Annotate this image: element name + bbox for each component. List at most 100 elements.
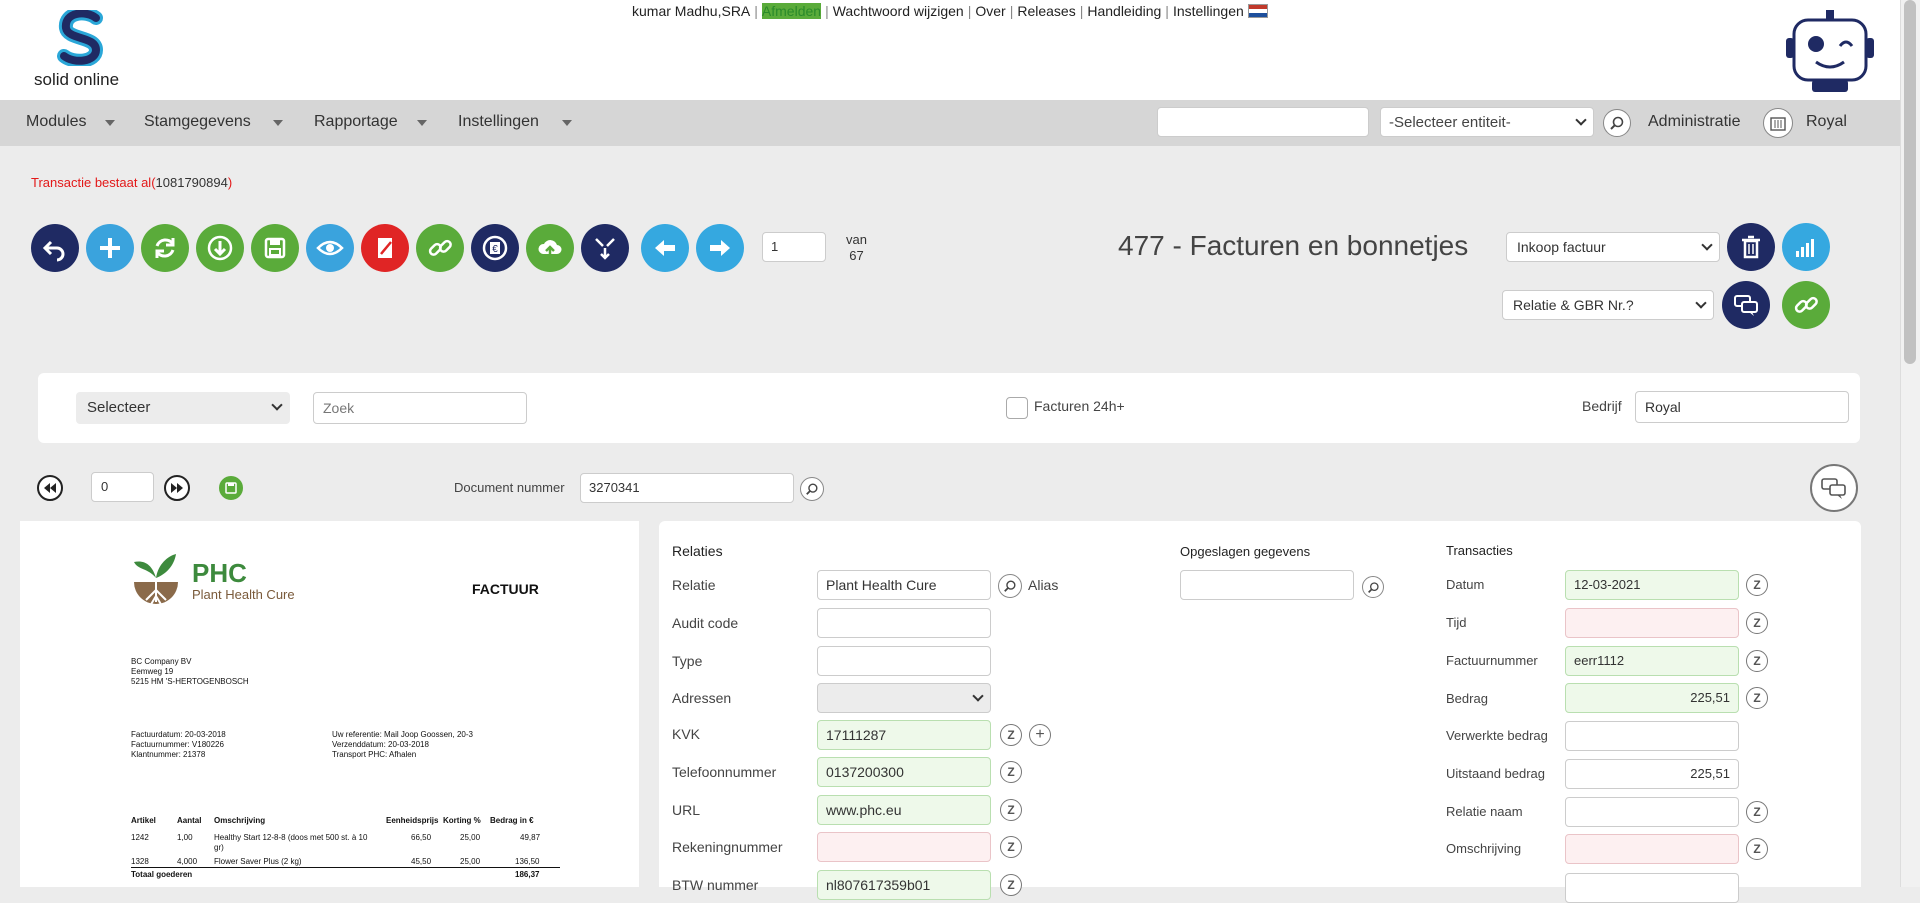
bedrijf-label: Bedrijf bbox=[1582, 398, 1622, 414]
bedrijf-input[interactable]: Royal bbox=[1635, 391, 1849, 423]
nav-instellingen[interactable]: Instellingen bbox=[458, 113, 539, 131]
url-input[interactable]: www.phc.eu bbox=[817, 795, 991, 825]
upload-cloud-button[interactable] bbox=[526, 224, 574, 272]
invoice-type-select[interactable]: Inkoop factuur bbox=[1506, 232, 1720, 262]
scrollbar-thumb[interactable] bbox=[1904, 0, 1916, 364]
type-input[interactable] bbox=[817, 646, 991, 676]
chat-button[interactable] bbox=[1722, 281, 1770, 329]
clear-factuurnummer-button[interactable]: Z bbox=[1746, 650, 1768, 672]
next-button[interactable] bbox=[696, 224, 744, 272]
tijd-input[interactable] bbox=[1565, 608, 1739, 638]
invoice-cell: 25,00 bbox=[460, 833, 481, 842]
relatie-input[interactable]: Plant Health Cure bbox=[817, 570, 991, 600]
building-icon[interactable] bbox=[1763, 108, 1793, 138]
next-field-input[interactable] bbox=[1565, 873, 1739, 903]
chevron-down-icon bbox=[1575, 114, 1587, 126]
rekeningnummer-input[interactable] bbox=[817, 832, 991, 862]
omschrijving-input[interactable] bbox=[1565, 834, 1739, 864]
settings-link[interactable]: Instellingen bbox=[1173, 3, 1244, 19]
euro-cycle-button[interactable]: € bbox=[471, 224, 519, 272]
entity-select[interactable]: -Selecteer entiteit- bbox=[1380, 107, 1594, 137]
datum-input[interactable]: 12-03-2021 bbox=[1565, 570, 1739, 600]
first-document-button[interactable] bbox=[37, 475, 63, 501]
relatie-naam-input[interactable] bbox=[1565, 797, 1739, 827]
global-search-input[interactable] bbox=[1157, 107, 1369, 137]
invoice-col-bedrag: Bedrag in € bbox=[490, 816, 534, 825]
btw-input[interactable]: nl807617359b01 bbox=[817, 870, 991, 900]
uitstaand-bedrag-input[interactable]: 225,51 bbox=[1565, 759, 1739, 789]
clear-rekening-button[interactable]: Z bbox=[1000, 836, 1022, 858]
page-number-input[interactable]: 1 bbox=[762, 232, 826, 262]
clear-relatie-naam-button[interactable]: Z bbox=[1746, 801, 1768, 823]
undo-button[interactable] bbox=[31, 224, 79, 272]
search-icon[interactable] bbox=[1603, 109, 1631, 137]
add-kvk-button[interactable]: + bbox=[1029, 724, 1051, 746]
link-button[interactable] bbox=[416, 224, 464, 272]
invoice-total-label: Totaal goederen bbox=[131, 870, 193, 879]
clear-telefoon-button[interactable]: Z bbox=[1000, 761, 1022, 783]
user-name: kumar Madhu,SRA bbox=[632, 3, 751, 19]
uitstaand-bedrag-label: Uitstaand bedrag bbox=[1446, 766, 1546, 781]
merge-button[interactable] bbox=[581, 224, 629, 272]
verwerkte-bedrag-input[interactable] bbox=[1565, 721, 1739, 751]
link-button-2[interactable] bbox=[1782, 281, 1830, 329]
chevron-down-icon[interactable] bbox=[105, 120, 115, 126]
bedrag-input[interactable]: 225,51 bbox=[1565, 683, 1739, 713]
adressen-select[interactable] bbox=[817, 683, 991, 713]
nav-rapportage[interactable]: Rapportage bbox=[314, 113, 398, 131]
clear-bedrag-button[interactable]: Z bbox=[1746, 687, 1768, 709]
search-input[interactable]: Zoek bbox=[313, 392, 527, 424]
statistics-button[interactable] bbox=[1782, 223, 1830, 271]
previous-button[interactable] bbox=[641, 224, 689, 272]
chevron-down-icon[interactable] bbox=[273, 120, 283, 126]
search-icon[interactable] bbox=[1362, 576, 1384, 598]
svg-text:€: € bbox=[492, 244, 498, 255]
save-document-button[interactable] bbox=[219, 476, 243, 500]
last-document-button[interactable] bbox=[164, 475, 190, 501]
add-button[interactable] bbox=[86, 224, 134, 272]
chevron-down-icon bbox=[972, 690, 984, 702]
manual-link[interactable]: Handleiding bbox=[1087, 3, 1161, 19]
edit-document-button[interactable] bbox=[361, 224, 409, 272]
facturen-24h-checkbox[interactable] bbox=[1006, 397, 1028, 419]
clear-kvk-button[interactable]: Z bbox=[1000, 724, 1022, 746]
search-icon[interactable] bbox=[998, 574, 1022, 598]
chevron-down-icon[interactable] bbox=[562, 120, 572, 126]
releases-link[interactable]: Releases bbox=[1017, 3, 1075, 19]
about-link[interactable]: Over bbox=[975, 3, 1005, 19]
nav-stamgegevens[interactable]: Stamgegevens bbox=[144, 113, 251, 131]
save-button[interactable] bbox=[251, 224, 299, 272]
delete-button[interactable] bbox=[1727, 223, 1775, 271]
download-button[interactable] bbox=[196, 224, 244, 272]
invoice-divider bbox=[131, 867, 560, 868]
clear-datum-button[interactable]: Z bbox=[1746, 574, 1768, 596]
search-icon[interactable] bbox=[800, 477, 824, 501]
kvk-input[interactable]: 17111287 bbox=[817, 720, 991, 750]
document-index-input[interactable]: 0 bbox=[91, 472, 154, 502]
refresh-button[interactable] bbox=[141, 224, 189, 272]
filter-select[interactable]: Selecteer bbox=[76, 392, 290, 424]
invoice-doc-type: FACTUUR bbox=[472, 581, 539, 597]
factuurnummer-input[interactable]: eerr1112 bbox=[1565, 646, 1739, 676]
clear-tijd-button[interactable]: Z bbox=[1746, 612, 1768, 634]
clear-omschrijving-button[interactable]: Z bbox=[1746, 838, 1768, 860]
opgeslagen-input[interactable] bbox=[1180, 570, 1354, 600]
datum-label: Datum bbox=[1446, 577, 1485, 592]
solid-logo-icon[interactable] bbox=[56, 10, 108, 66]
plus-icon bbox=[100, 238, 120, 258]
relation-select[interactable]: Relatie & GBR Nr.? bbox=[1502, 290, 1714, 320]
change-password-link[interactable]: Wachtwoord wijzigen bbox=[833, 3, 964, 19]
dutch-flag-icon[interactable] bbox=[1247, 4, 1268, 18]
clear-url-button[interactable]: Z bbox=[1000, 799, 1022, 821]
chevron-down-icon[interactable] bbox=[417, 120, 427, 126]
telefoon-input[interactable]: 0137200300 bbox=[817, 757, 991, 787]
document-number-input[interactable]: 3270341 bbox=[580, 473, 794, 503]
nav-modules[interactable]: Modules bbox=[26, 113, 86, 131]
company-name[interactable]: Royal bbox=[1806, 113, 1847, 131]
logout-link[interactable]: Afmelden bbox=[761, 3, 822, 19]
view-button[interactable] bbox=[306, 224, 354, 272]
comments-button[interactable] bbox=[1810, 464, 1858, 512]
clear-btw-button[interactable]: Z bbox=[1000, 874, 1022, 896]
audit-code-input[interactable] bbox=[817, 608, 991, 638]
robot-assistant-icon[interactable] bbox=[1782, 8, 1878, 94]
